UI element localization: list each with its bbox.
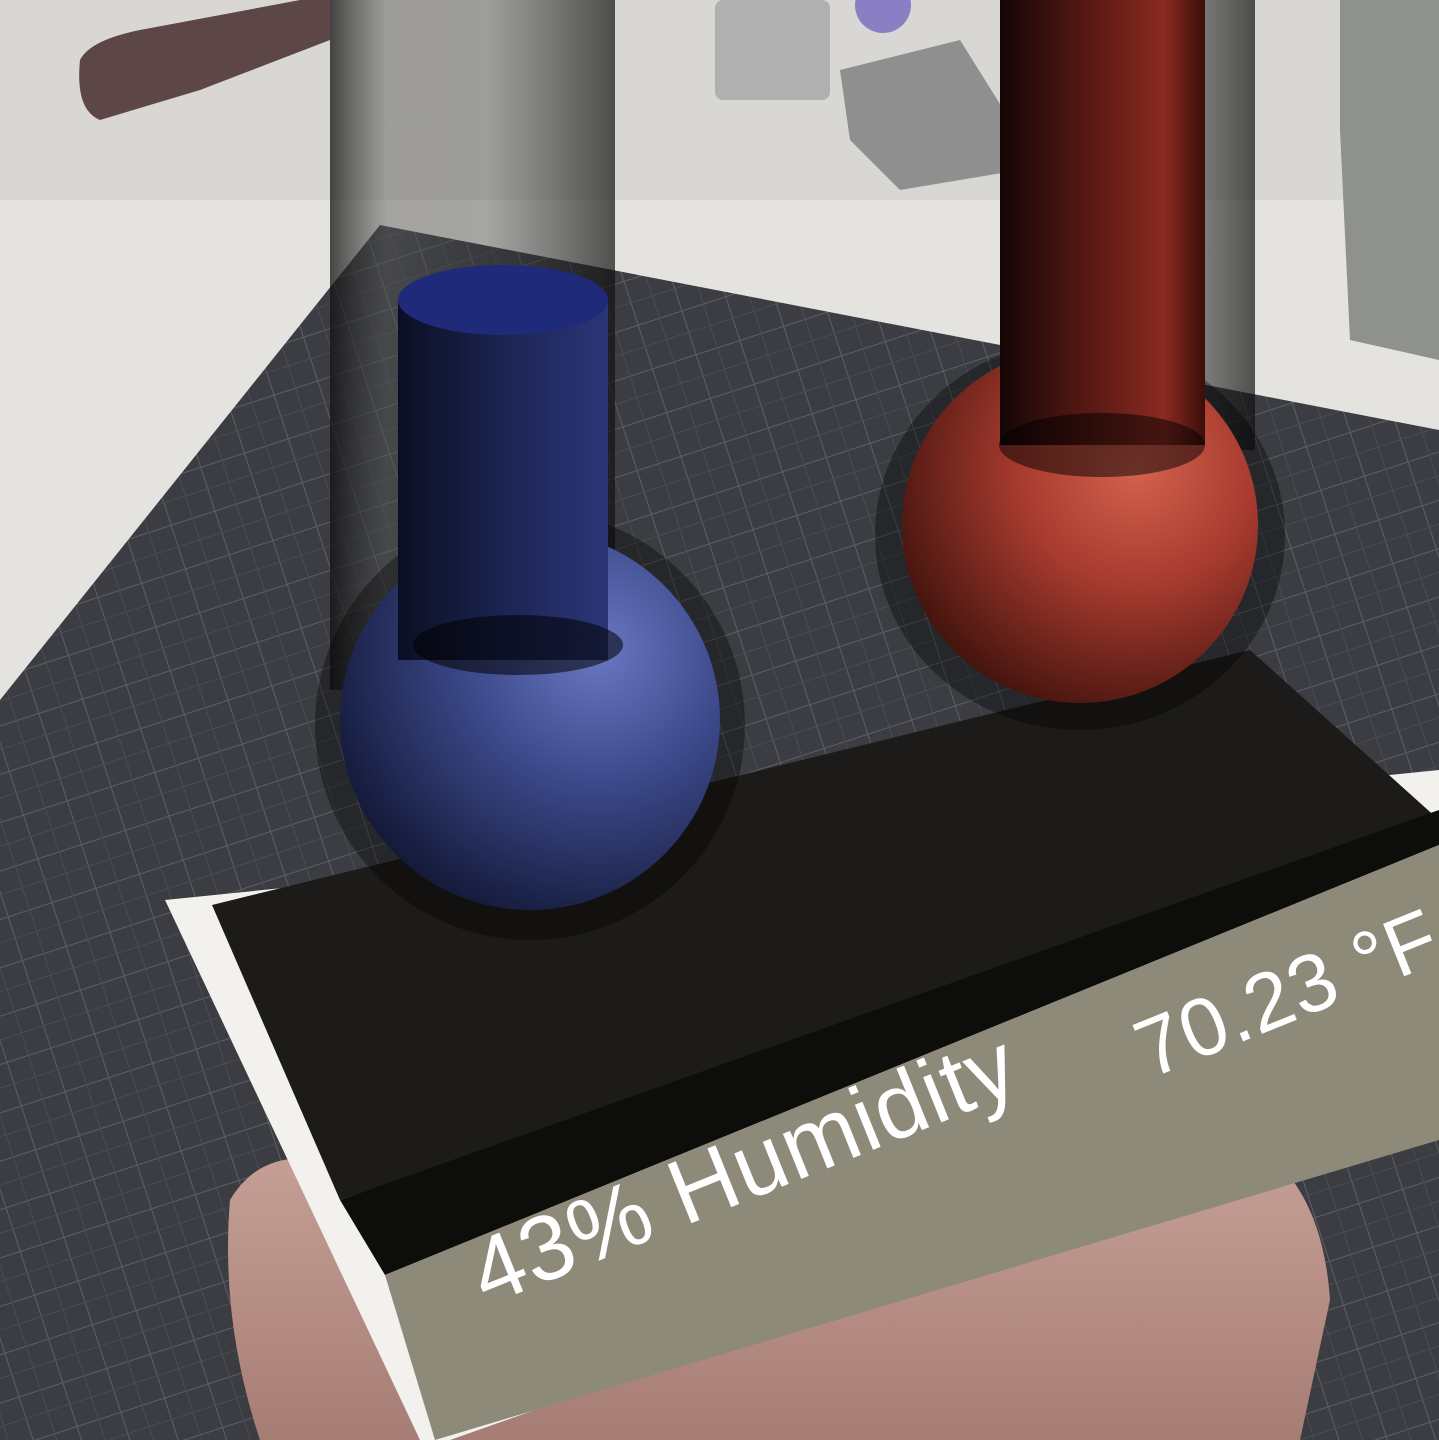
humidity-column-top	[398, 265, 608, 335]
humidity-column	[398, 300, 608, 660]
temperature-column	[1000, 0, 1205, 445]
device-right	[1340, 0, 1439, 360]
